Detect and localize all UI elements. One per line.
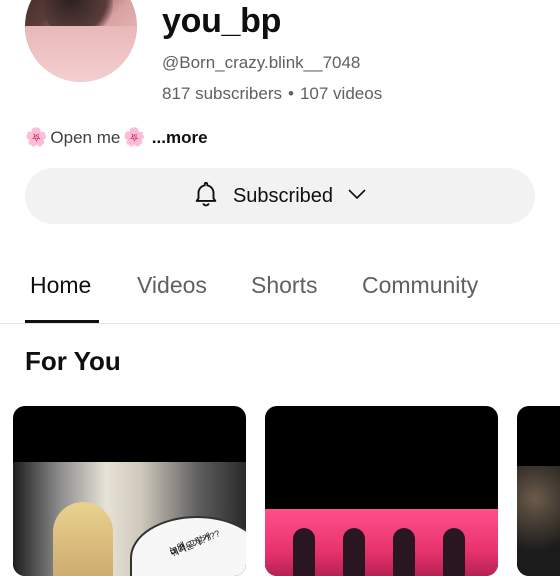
channel-description[interactable]: 🌸 Open me 🌸 ...more bbox=[25, 127, 208, 148]
subscribed-label: Subscribed bbox=[232, 184, 334, 207]
video-card[interactable]: 내가 그렇게 귀여운가???? 눈엔... bbox=[13, 406, 246, 576]
thumbnail-performer bbox=[293, 528, 315, 576]
video-card[interactable] bbox=[517, 406, 560, 576]
flower-emoji-icon-2: 🌸 bbox=[123, 127, 146, 147]
description-text: Open me bbox=[50, 127, 121, 147]
channel-name: you_bp bbox=[162, 2, 282, 40]
channel-stats: 817 subscribers • 107 videos bbox=[162, 84, 382, 104]
thumbnail-performer bbox=[443, 528, 465, 576]
subscribed-button[interactable]: Subscribed bbox=[25, 168, 535, 224]
section-title-for-you: For You bbox=[25, 346, 121, 376]
description-more-link[interactable]: ...more bbox=[152, 128, 208, 148]
active-tab-indicator bbox=[25, 320, 99, 323]
channel-tabs: Home Videos Shorts Community bbox=[0, 250, 560, 324]
subscriber-count: 817 subscribers bbox=[162, 84, 283, 103]
thumbnail-performer bbox=[393, 528, 415, 576]
tab-videos[interactable]: Videos bbox=[137, 272, 207, 299]
tab-shorts[interactable]: Shorts bbox=[251, 272, 317, 299]
video-card[interactable] bbox=[265, 406, 498, 576]
chevron-down-icon bbox=[345, 182, 369, 211]
thumbnail-performer bbox=[343, 528, 365, 576]
tab-home[interactable]: Home bbox=[30, 272, 91, 299]
bell-icon bbox=[191, 179, 221, 214]
flower-emoji-icon: 🌸 bbox=[25, 127, 48, 147]
channel-avatar[interactable] bbox=[25, 0, 137, 82]
video-count: 107 videos bbox=[299, 84, 383, 103]
tab-community[interactable]: Community bbox=[362, 272, 478, 299]
avatar-shirt bbox=[25, 26, 137, 82]
thumbnail-person bbox=[53, 502, 113, 576]
stats-separator: • bbox=[288, 84, 294, 103]
channel-handle: @Born_crazy.blink__7048 bbox=[162, 53, 361, 72]
